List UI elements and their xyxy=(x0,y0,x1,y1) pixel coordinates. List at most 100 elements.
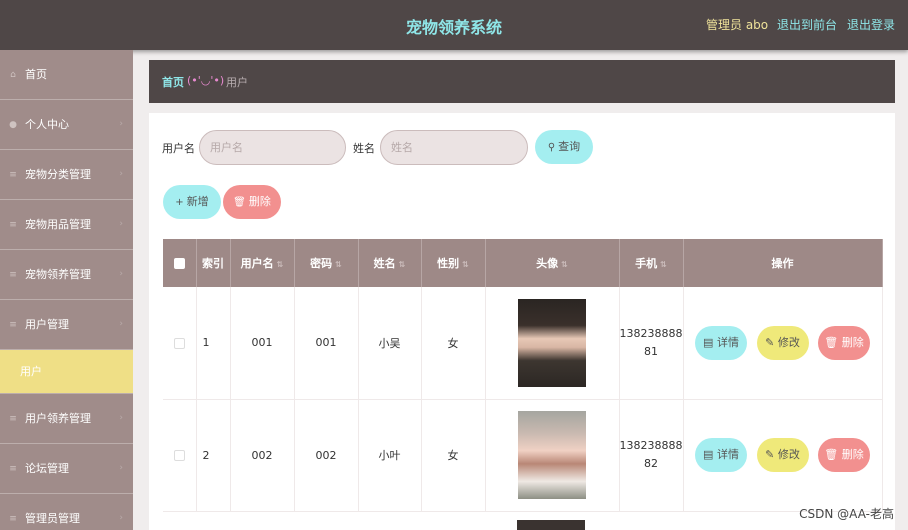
chevron-right-icon: › xyxy=(119,462,123,473)
cell-phone: 138238888 82 xyxy=(619,399,684,512)
cell-gender: 女 xyxy=(421,399,486,512)
sort-icon: ⇅ xyxy=(660,260,667,269)
username-label: 用户名 xyxy=(162,142,195,155)
user-table: 索引 用户名 ⇅ 密码 ⇅ 姓名 ⇅ 性别 ⇅ 头像 ⇅ 手机 ⇅ 操作 1 001 001… xyxy=(163,239,883,512)
row-checkbox[interactable] xyxy=(173,450,185,461)
column-header-avatar[interactable]: 头像 ⇅ xyxy=(485,239,620,287)
sidebar-item-label: 宠物用品管理 xyxy=(25,217,91,231)
cell-username: 001 xyxy=(230,287,295,400)
column-header-actions: 操作 xyxy=(683,239,883,287)
sort-icon: ⇅ xyxy=(335,260,342,269)
add-button[interactable]: + 新增 xyxy=(163,185,221,219)
menu-icon: ≡ xyxy=(9,319,17,330)
menu-icon: ≡ xyxy=(9,513,17,524)
sidebar-item-pet-supplies[interactable]: ≡ 宠物用品管理 › xyxy=(0,200,133,250)
row-checkbox[interactable] xyxy=(173,337,185,349)
user-icon: ● xyxy=(9,119,17,130)
column-header-phone[interactable]: 手机 ⇅ xyxy=(619,239,684,287)
delete-button[interactable]: 🗑 删除 xyxy=(818,325,870,360)
top-bar: 宠物领养系统 管理员 abo 退出到前台 退出登录 xyxy=(0,0,908,50)
column-header-username[interactable]: 用户名 ⇅ xyxy=(230,239,295,287)
sidebar-item-label: 个人中心 xyxy=(25,117,69,131)
cell-name: 小吴 xyxy=(358,287,422,400)
name-search-input[interactable]: 姓名 xyxy=(380,130,528,165)
sidebar-item-label: 论坛管理 xyxy=(25,461,69,475)
sort-icon: ⇅ xyxy=(276,260,284,269)
select-all-cell xyxy=(163,239,197,287)
delete-button[interactable]: 🗑 删除 xyxy=(818,438,870,472)
menu-icon: ≡ xyxy=(9,463,17,474)
sort-icon: ⇅ xyxy=(561,260,568,269)
query-button[interactable]: ⚲ 查询 xyxy=(535,130,593,164)
breadcrumb: 首页 (•'◡'•) 用户 xyxy=(149,60,895,103)
pencil-icon: ✎ xyxy=(765,448,775,461)
sidebar-item-personal-center[interactable]: ● 个人中心 › xyxy=(0,100,133,150)
avatar xyxy=(517,520,585,530)
cell-phone: 138238888 81 xyxy=(619,287,684,400)
logout-link[interactable]: 退出登录 xyxy=(847,16,895,33)
sidebar-item-label: 宠物领养管理 xyxy=(25,267,91,281)
document-icon: ▤ xyxy=(703,335,714,349)
menu-icon: ≡ xyxy=(9,269,17,280)
sidebar-item-pet-adoption[interactable]: ≡ 宠物领养管理 › xyxy=(0,250,133,300)
batch-delete-button[interactable]: 🗑 删除 xyxy=(223,185,281,219)
cell-password: 002 xyxy=(294,399,359,512)
back-to-front-link[interactable]: 退出到前台 xyxy=(777,16,837,33)
menu-icon: ≡ xyxy=(9,169,17,180)
sidebar-item-user-management[interactable]: ≡ 用户管理 › xyxy=(0,300,133,350)
sidebar-item-users[interactable]: 用户 xyxy=(0,350,133,394)
sidebar: ⌂ 首页 ● 个人中心 › ≡ 宠物分类管理 › ≡ 宠物用品管理 › ≡ 宠物… xyxy=(0,50,133,530)
table-row: 1 001 001 小吴 女 138238888 81 ▤ 详情 ✎ 修改 🗑 删… xyxy=(163,287,883,400)
edit-button[interactable]: ✎ 修改 xyxy=(756,325,809,360)
avatar xyxy=(518,298,586,387)
sidebar-item-label: 用户 xyxy=(20,364,42,378)
app-title: 宠物领养系统 xyxy=(405,18,502,37)
column-header-index: 索引 xyxy=(196,239,231,287)
sidebar-item-label: 用户管理 xyxy=(25,317,69,331)
chevron-right-icon: › xyxy=(119,168,123,179)
breadcrumb-home[interactable]: 首页 xyxy=(162,74,184,90)
column-header-name[interactable]: 姓名 ⇅ xyxy=(358,239,422,287)
document-icon: ▤ xyxy=(703,448,714,461)
name-label: 姓名 xyxy=(353,142,375,155)
chevron-down-icon: › xyxy=(119,318,123,329)
watermark: CSDN @AA-老高 xyxy=(799,507,894,521)
column-header-password[interactable]: 密码 ⇅ xyxy=(294,239,359,287)
sort-icon: ⇅ xyxy=(398,260,406,269)
chevron-right-icon: › xyxy=(119,218,123,229)
sidebar-item-pet-category[interactable]: ≡ 宠物分类管理 › xyxy=(0,150,133,200)
cell-password: 001 xyxy=(294,287,359,400)
breadcrumb-emoji: (•'◡'•) xyxy=(187,74,225,87)
breadcrumb-current: 用户 xyxy=(226,76,248,89)
sidebar-item-admin[interactable]: ≡ 管理员管理 › xyxy=(0,494,133,530)
trash-icon: 🗑 xyxy=(233,197,246,208)
chevron-right-icon: › xyxy=(119,512,123,523)
chevron-right-icon: › xyxy=(119,412,123,423)
sidebar-item-label: 用户领养管理 xyxy=(25,411,91,425)
sidebar-item-forum[interactable]: ≡ 论坛管理 › xyxy=(0,444,133,494)
trash-icon: 🗑 xyxy=(824,335,839,349)
table-header-row: 索引 用户名 ⇅ 密码 ⇅ 姓名 ⇅ 性别 ⇅ 头像 ⇅ 手机 ⇅ 操作 xyxy=(163,239,883,287)
select-all-checkbox[interactable] xyxy=(173,258,185,269)
plus-icon: + xyxy=(175,197,184,208)
sidebar-item-label: 宠物分类管理 xyxy=(25,167,91,181)
main-content: 用户名 用户名 姓名 姓名 ⚲ 查询 + 新增 🗑 删除 索引 用户名 ⇅ 密码 ⇅ 姓名… xyxy=(149,113,895,530)
detail-button[interactable]: ▤ 详情 xyxy=(695,325,747,360)
cell-username: 002 xyxy=(230,399,295,512)
username-search-input[interactable]: 用户名 xyxy=(199,130,346,165)
detail-button[interactable]: ▤ 详情 xyxy=(695,438,747,472)
cell-index: 2 xyxy=(196,399,231,512)
search-icon: ⚲ xyxy=(547,142,556,153)
table-row: 2 002 002 小叶 女 138238888 82 ▤ 详情 ✎ 修改 🗑 删… xyxy=(163,399,883,512)
sidebar-item-user-adoption[interactable]: ≡ 用户领养管理 › xyxy=(0,394,133,444)
trash-icon: 🗑 xyxy=(824,448,839,461)
cell-name: 小叶 xyxy=(358,399,422,512)
edit-button[interactable]: ✎ 修改 xyxy=(756,438,809,472)
admin-label: 管理员 abo xyxy=(706,18,769,32)
chevron-right-icon: › xyxy=(119,268,123,279)
column-header-gender[interactable]: 性别 ⇅ xyxy=(421,239,486,287)
avatar xyxy=(518,411,586,499)
menu-icon: ≡ xyxy=(9,219,17,230)
sidebar-item-home[interactable]: ⌂ 首页 xyxy=(0,50,133,100)
chevron-right-icon: › xyxy=(119,118,123,129)
